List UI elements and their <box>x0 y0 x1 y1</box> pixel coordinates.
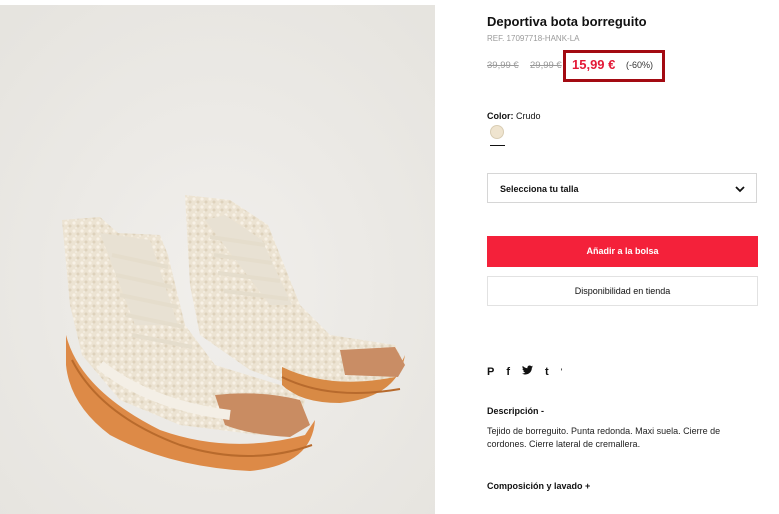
product-title: Deportiva bota borreguito <box>487 14 647 29</box>
product-image[interactable] <box>0 5 435 514</box>
product-info-panel: Deportiva bota borreguito REF. 17097718-… <box>487 0 759 514</box>
size-select-label: Selecciona tu talla <box>500 184 579 194</box>
add-to-bag-button[interactable]: Añadir a la bolsa <box>487 236 758 267</box>
color-swatch-crudo[interactable] <box>490 125 504 139</box>
sneaker-illustration <box>0 5 435 514</box>
current-price: 15,99 € <box>572 57 616 72</box>
chevron-down-icon <box>734 182 746 200</box>
description-text: Tejido de borreguito. Punta redonda. Max… <box>487 426 721 449</box>
color-label: Color: <box>487 111 514 121</box>
product-reference: REF. 17097718-HANK-LA <box>487 34 580 43</box>
more-share-icon[interactable]: ' <box>561 367 563 377</box>
selected-swatch-indicator <box>490 145 505 146</box>
twitter-icon[interactable] <box>522 365 534 378</box>
tumblr-icon[interactable]: t <box>545 366 549 378</box>
color-label-row: Color: Crudo <box>487 111 541 121</box>
pinterest-icon[interactable]: P <box>487 366 494 378</box>
previous-price: 29,99 € <box>530 60 562 71</box>
description-heading[interactable]: Descripción - <box>487 406 544 416</box>
original-price: 39,99 € <box>487 60 519 71</box>
composition-heading[interactable]: Composición y lavado + <box>487 481 590 491</box>
color-value: Crudo <box>516 111 541 121</box>
size-select[interactable]: Selecciona tu talla <box>487 173 757 203</box>
store-availability-button[interactable]: Disponibilidad en tienda <box>487 276 758 306</box>
share-links: P f t ' <box>487 365 562 378</box>
facebook-icon[interactable]: f <box>506 366 510 378</box>
discount-badge: (-60%) <box>626 60 654 70</box>
